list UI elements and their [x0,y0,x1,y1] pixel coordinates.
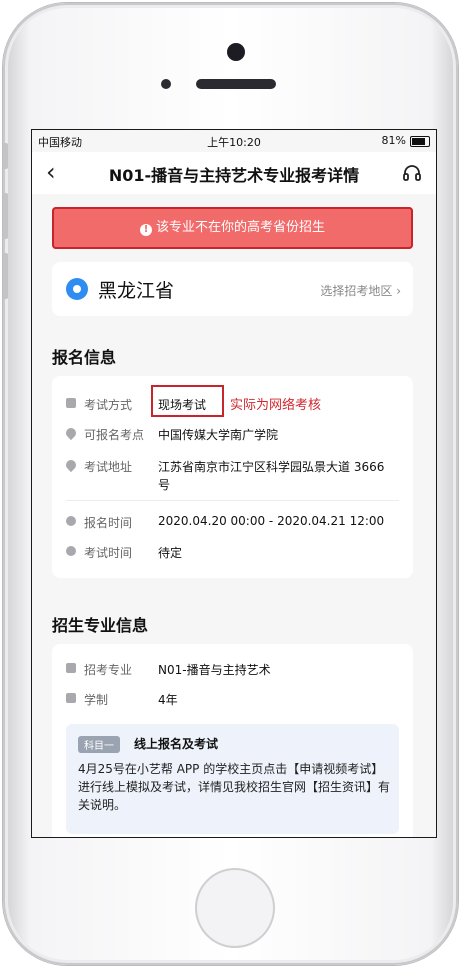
front-camera [227,43,245,61]
registration-time-label: 报名时间 [84,516,133,530]
exam-site-label: 可报名考点 [84,428,145,442]
exam-address-value-line1: 江苏省南京市江宁区科学园弘景大道 3666 [158,460,385,474]
major-value: N01-播音与主持艺术 [158,663,271,677]
app-screen: 中国移动 上午10:20 81% ‹ N01-播音与主持艺术专业报考详情 ! 该专… [31,129,437,838]
alert-highlight-frame [52,207,413,249]
exam-address-label: 考试地址 [84,460,133,474]
volume-up-button [3,193,8,239]
subject-tag: 科目一 [78,736,120,753]
region-selector[interactable]: 黑龙江省 选择招考地区 › [52,262,413,316]
exam-time-value: 待定 [158,546,183,560]
subject-card: 科目一 线上报名及考试 4月25号在小艺帮 APP 的学校主页点击【申请视频考试… [66,724,399,834]
proximity-sensor [161,79,171,89]
annotation-text: 实际为网络考核 [230,398,322,413]
headset-icon[interactable] [402,163,422,183]
clock-icon [66,546,76,556]
major-info-card: 招考专业 N01-播音与主持艺术 学制 4年 科目一 线上报名及考试 4月25号… [52,644,413,837]
home-button[interactable] [195,868,275,948]
duration-value: 4年 [158,693,178,707]
registration-time-value: 2020.04.20 00:00 - 2020.04.21 12:00 [158,514,385,528]
major-label: 招考专业 [84,663,133,677]
registration-card: 考试方式 现场考试 实际为网络考核 可报名考点 中国传媒大学南广学院 考试地址 … [52,376,413,578]
battery-percent: 81% [381,134,406,147]
mute-switch [3,143,8,169]
exam-time-label: 考试时间 [84,546,133,560]
subject-description: 4月25号在小艺帮 APP 的学校主页点击【申请视频考试】进行线上模拟及考试，详… [78,762,391,812]
subject-title: 线上报名及考试 [134,737,219,751]
exam-address-value-line2: 号 [158,478,171,492]
document-icon [66,398,76,408]
page-title: N01-播音与主持艺术专业报考详情 [108,166,360,185]
clock: 上午10:20 [207,136,261,149]
exam-method-label: 考试方式 [84,398,133,412]
status-bar: 中国移动 上午10:20 81% [32,130,436,152]
province-name: 黑龙江省 [98,280,175,302]
volume-down-button [3,253,8,299]
registration-section-title: 报名信息 [52,348,117,367]
exam-site-value: 中国传媒大学南广学院 [158,428,279,442]
duration-label: 学制 [84,693,109,707]
earpiece-speaker [196,79,276,89]
select-region-link[interactable]: 选择招考地区 › [320,282,401,299]
clock-icon [66,516,76,526]
bookmark-icon [66,663,76,673]
calendar-icon [66,693,76,703]
exam-method-highlight-box [151,385,224,417]
location-pin-icon [66,278,88,300]
battery-icon [410,136,430,147]
major-section-title: 招生专业信息 [52,616,149,635]
nav-bar: ‹ N01-播音与主持艺术专业报考详情 [32,152,436,194]
location-icon [63,425,79,441]
card-divider [66,500,399,501]
address-icon [63,457,79,473]
